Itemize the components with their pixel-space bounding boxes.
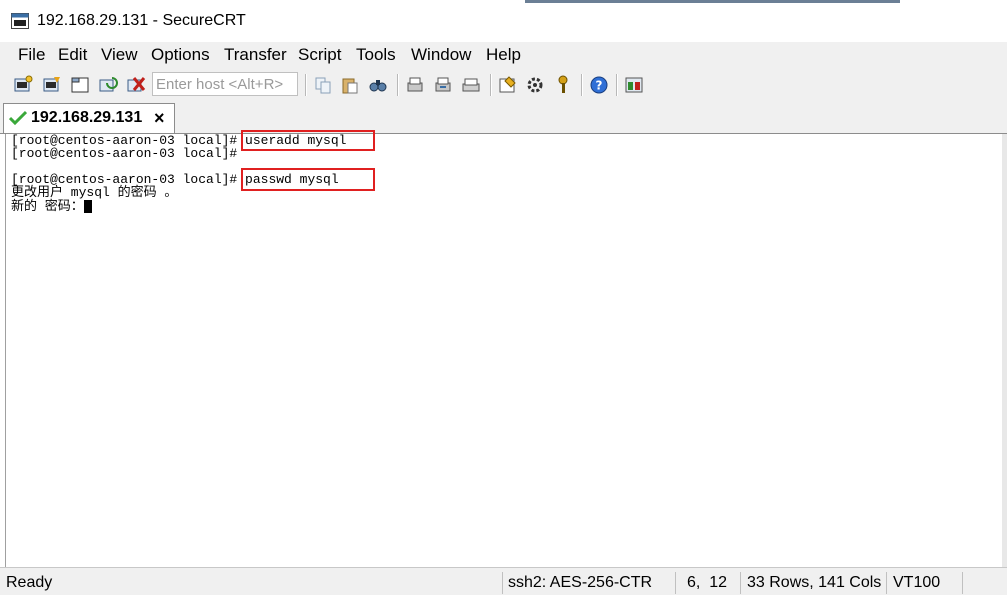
- session-tab-strip: 192.168.29.131 ×: [0, 100, 1007, 134]
- status-bar: Ready ssh2: AES-256-CTR 6, 12 33 Rows, 1…: [0, 567, 1007, 595]
- sftp-icon[interactable]: [624, 75, 644, 95]
- connect-in-tab-icon[interactable]: [70, 75, 90, 95]
- print-selection-icon[interactable]: [433, 75, 453, 95]
- menu-script[interactable]: Script: [298, 45, 341, 65]
- title-bar[interactable]: 192.168.29.131 - SecureCRT: [0, 0, 1007, 42]
- title-decoration: [525, 0, 900, 3]
- status-emulation: VT100: [893, 574, 941, 591]
- menu-edit[interactable]: Edit: [58, 45, 87, 65]
- reconnect-icon[interactable]: [98, 75, 118, 95]
- svg-text:?: ?: [596, 79, 603, 93]
- quick-connect-icon[interactable]: [42, 75, 62, 95]
- tab-label: 192.168.29.131: [31, 109, 143, 126]
- close-tab-icon[interactable]: ×: [154, 109, 165, 127]
- terminal-line: 更改用户 mysql 的密码 。: [11, 185, 178, 200]
- status-encryption: ssh2: AES-256-CTR: [508, 574, 653, 591]
- print-icon[interactable]: [405, 75, 425, 95]
- menu-options[interactable]: Options: [151, 45, 210, 65]
- disconnect-icon[interactable]: [126, 75, 146, 95]
- terminal-area[interactable]: [root@centos-aaron-03 local]# useradd my…: [5, 130, 1002, 567]
- terminal-cursor: [83, 200, 92, 213]
- toolbar: ?: [0, 68, 1007, 100]
- status-divider: [886, 572, 887, 594]
- status-ready: Ready: [6, 574, 53, 591]
- highlight-box-useradd: [241, 130, 375, 151]
- connect-icon[interactable]: [13, 75, 33, 95]
- copy-icon[interactable]: [313, 75, 333, 95]
- paste-icon[interactable]: [340, 75, 360, 95]
- status-dimensions: 33 Rows, 141 Cols: [747, 574, 882, 591]
- terminal-line: [root@centos-aaron-03 local]#: [11, 146, 238, 161]
- session-options-icon[interactable]: [497, 75, 517, 95]
- menu-file[interactable]: File: [18, 45, 45, 65]
- highlight-box-passwd: [241, 168, 375, 191]
- connected-check-icon: [9, 110, 27, 126]
- toolbar-separator: [397, 74, 399, 96]
- toolbar-separator: [490, 74, 492, 96]
- status-divider: [675, 572, 676, 594]
- global-options-icon[interactable]: [525, 75, 545, 95]
- toolbar-separator: [581, 74, 583, 96]
- keymap-icon[interactable]: [553, 75, 573, 95]
- enter-host-input[interactable]: [152, 72, 298, 96]
- window-title: 192.168.29.131 - SecureCRT: [37, 12, 246, 29]
- menu-tools[interactable]: Tools: [356, 45, 396, 65]
- toolbar-separator: [305, 74, 307, 96]
- status-divider: [740, 572, 741, 594]
- menu-transfer[interactable]: Transfer: [224, 45, 287, 65]
- menu-window[interactable]: Window: [411, 45, 471, 65]
- terminal-prompt-text: 新的 密码：: [11, 199, 84, 214]
- tab-session[interactable]: 192.168.29.131 ×: [3, 103, 175, 133]
- terminal-scrollbar[interactable]: [1002, 134, 1007, 567]
- status-divider: [962, 572, 963, 594]
- menu-help[interactable]: Help: [486, 45, 521, 65]
- terminal-prompt-line: 新的 密码：: [11, 200, 92, 213]
- help-icon[interactable]: ?: [589, 75, 609, 95]
- status-cursor-position: 6, 12: [687, 574, 728, 591]
- toolbar-separator: [616, 74, 618, 96]
- status-divider: [502, 572, 503, 594]
- print-setup-icon[interactable]: [461, 75, 481, 95]
- menu-view[interactable]: View: [101, 45, 138, 65]
- securecrt-app-icon: [11, 13, 29, 29]
- find-icon[interactable]: [368, 75, 388, 95]
- menu-bar: File Edit View Options Transfer Script T…: [0, 42, 1007, 68]
